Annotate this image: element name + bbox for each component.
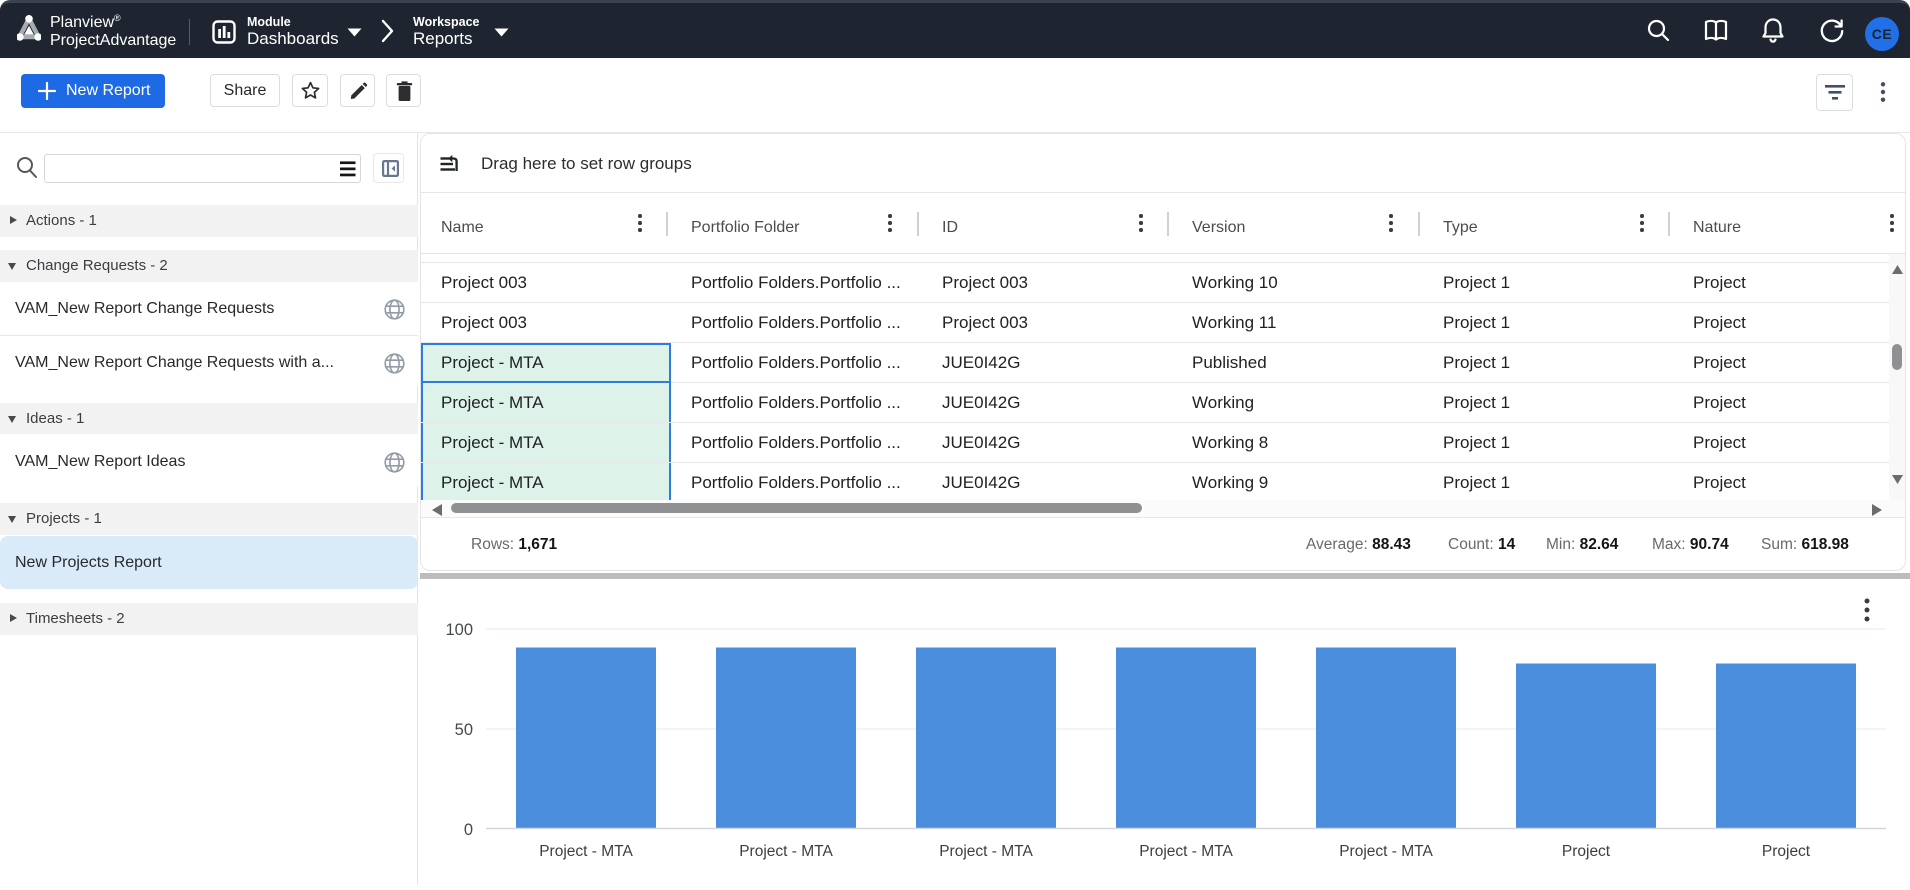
svg-text:Project - MTA: Project - MTA bbox=[939, 843, 1033, 860]
svg-text:Project - MTA: Project - MTA bbox=[1139, 843, 1233, 860]
svg-text:50: 50 bbox=[455, 721, 473, 739]
svg-text:Project: Project bbox=[1562, 843, 1611, 860]
svg-text:Project - MTA: Project - MTA bbox=[1339, 843, 1433, 860]
svg-text:Project - MTA: Project - MTA bbox=[539, 843, 633, 860]
svg-text:Project - MTA: Project - MTA bbox=[739, 843, 833, 860]
svg-text:0: 0 bbox=[464, 821, 473, 839]
svg-text:100: 100 bbox=[445, 621, 473, 639]
svg-text:Project: Project bbox=[1762, 843, 1811, 860]
